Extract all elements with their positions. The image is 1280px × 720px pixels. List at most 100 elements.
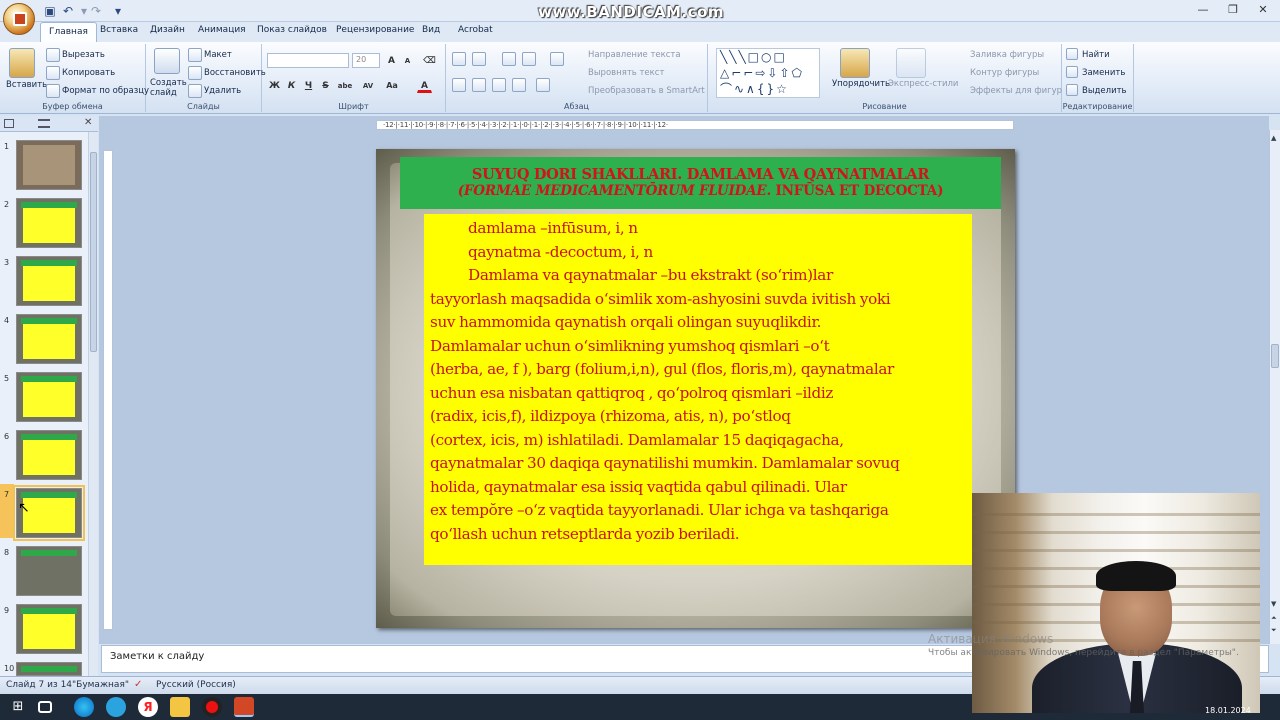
office-button[interactable] xyxy=(3,3,35,35)
justify-icon[interactable] xyxy=(512,78,526,92)
customize-toolbar-icon[interactable]: ▾ xyxy=(110,3,126,19)
tab-animation[interactable]: Анимация xyxy=(198,25,246,35)
slide-title[interactable]: SUYUQ DORI SHAKLLARI. DAMLAMA VA QAYNATM… xyxy=(400,157,1001,209)
copy-icon[interactable] xyxy=(46,66,60,80)
grow-font-icon[interactable]: A xyxy=(384,53,399,68)
line-spacing-icon[interactable] xyxy=(550,52,564,66)
language-indicator[interactable]: Русский (Россия) xyxy=(156,680,236,690)
text-direction-button[interactable]: Направление текста xyxy=(588,50,681,60)
arrange-icon[interactable] xyxy=(840,48,870,78)
slide-thumbnail-1[interactable] xyxy=(16,140,82,190)
arrange-button[interactable]: Упорядочить xyxy=(832,79,890,89)
telegram-icon[interactable] xyxy=(106,697,126,717)
slide-scrollbar[interactable]: ▲ ▼ ⏶ ⏷ xyxy=(1269,130,1280,644)
cut-icon[interactable] xyxy=(46,48,60,62)
paste-button[interactable]: Вставить xyxy=(6,80,47,90)
minimize-button[interactable]: — xyxy=(1190,2,1216,18)
tab-insert[interactable]: Вставка xyxy=(100,25,138,35)
task-view-icon[interactable] xyxy=(38,701,52,713)
smartart-button[interactable]: Преобразовать в SmartArt xyxy=(588,86,705,96)
shape-outline-button[interactable]: Контур фигуры xyxy=(970,68,1039,78)
underline-button[interactable]: Ч xyxy=(301,78,316,93)
increase-indent-icon[interactable] xyxy=(522,52,536,66)
slides-tab-icon[interactable] xyxy=(4,119,14,128)
slide-thumbnail-5[interactable] xyxy=(16,372,82,422)
slide-thumbnail-2[interactable] xyxy=(16,198,82,248)
tab-review[interactable]: Рецензирование xyxy=(336,25,414,35)
layout-icon[interactable] xyxy=(188,48,202,62)
edge-browser-icon[interactable] xyxy=(74,697,94,717)
powerpoint-taskbar-icon[interactable] xyxy=(234,697,254,717)
yandex-browser-icon[interactable]: Я xyxy=(138,697,158,717)
columns-icon[interactable] xyxy=(536,78,550,92)
save-icon[interactable]: ▣ xyxy=(42,3,58,19)
slide-thumbnail-6[interactable] xyxy=(16,430,82,480)
clear-format-icon[interactable]: ⌫ xyxy=(422,53,437,68)
slide-thumbnail-3[interactable] xyxy=(16,256,82,306)
panel-scrollbar[interactable] xyxy=(88,132,98,676)
shrink-font-icon[interactable]: A xyxy=(400,53,415,68)
previous-slide-icon[interactable]: ⏶ xyxy=(1271,614,1277,623)
find-icon[interactable] xyxy=(1066,48,1078,60)
tab-slideshow[interactable]: Показ слайдов xyxy=(257,25,327,35)
undo-icon[interactable]: ↶ xyxy=(60,3,76,19)
slide-thumbnail-10[interactable] xyxy=(16,662,82,676)
slide-canvas[interactable]: SUYUQ DORI SHAKLLARI. DAMLAMA VA QAYNATM… xyxy=(376,149,1015,628)
replace-icon[interactable] xyxy=(1066,66,1078,78)
shape-fill-button[interactable]: Заливка фигуры xyxy=(970,50,1044,60)
font-size-select[interactable]: 20 xyxy=(352,53,380,68)
paste-icon[interactable] xyxy=(9,48,35,78)
tab-view[interactable]: Вид xyxy=(422,25,440,35)
align-right-icon[interactable] xyxy=(492,78,506,92)
bold-button[interactable]: Ж xyxy=(267,78,282,93)
cut-button[interactable]: Вырезать xyxy=(62,50,105,60)
new-slide-button[interactable]: Создать слайд xyxy=(150,78,187,98)
delete-slide-icon[interactable] xyxy=(188,84,202,98)
change-case-button[interactable]: Aa xyxy=(382,78,402,93)
reset-icon[interactable] xyxy=(188,66,202,80)
quick-styles-icon[interactable] xyxy=(896,48,926,78)
outline-tab-icon[interactable] xyxy=(38,119,50,128)
char-spacing-button[interactable]: AV xyxy=(358,78,378,93)
strikethrough-button[interactable]: S xyxy=(318,78,333,93)
tab-home[interactable]: Главная xyxy=(40,22,97,43)
format-painter-button[interactable]: Формат по образцу xyxy=(62,86,149,96)
tab-acrobat[interactable]: Acrobat xyxy=(458,25,493,35)
close-panel-icon[interactable]: ✕ xyxy=(84,117,92,128)
numbering-icon[interactable] xyxy=(472,52,486,66)
align-text-button[interactable]: Выровнять текст xyxy=(588,68,664,78)
close-button[interactable]: ✕ xyxy=(1250,2,1276,18)
maximize-button[interactable]: ❐ xyxy=(1220,2,1246,18)
redo-icon[interactable]: ↷ xyxy=(88,3,104,19)
tab-design[interactable]: Дизайн xyxy=(150,25,185,35)
italic-button[interactable]: К xyxy=(284,78,299,93)
scroll-up-icon[interactable]: ▲ xyxy=(1271,134,1276,142)
quick-styles-button[interactable]: Экспресс-стили xyxy=(888,79,958,89)
slide-scroll-thumb[interactable] xyxy=(1271,344,1279,368)
replace-button[interactable]: Заменить xyxy=(1082,68,1125,78)
align-center-icon[interactable] xyxy=(472,78,486,92)
scroll-down-icon[interactable]: ▼ xyxy=(1271,600,1276,608)
font-color-button[interactable]: A xyxy=(417,78,432,93)
select-icon[interactable] xyxy=(1066,84,1078,96)
shape-effects-button[interactable]: Эффекты для фигур xyxy=(970,86,1062,96)
new-slide-icon[interactable] xyxy=(154,48,180,74)
reset-button[interactable]: Восстановить xyxy=(204,68,266,78)
layout-button[interactable]: Макет xyxy=(204,50,232,60)
shapes-gallery[interactable]: ╲╲╲□○□ △⌐⌐⇨⇩⇧⬠ ⌒∿∧{}☆ xyxy=(716,48,820,98)
decrease-indent-icon[interactable] xyxy=(502,52,516,66)
format-painter-icon[interactable] xyxy=(46,84,60,98)
delete-slide-button[interactable]: Удалить xyxy=(204,86,241,96)
shadow-button[interactable]: abe xyxy=(335,78,355,93)
bullets-icon[interactable] xyxy=(452,52,466,66)
slide-thumbnail-9[interactable] xyxy=(16,604,82,654)
spellcheck-icon[interactable]: ✓ xyxy=(134,679,142,690)
windows-start-icon[interactable]: ⊞ xyxy=(8,697,28,717)
slide-thumbnail-8[interactable] xyxy=(16,546,82,596)
font-family-select[interactable] xyxy=(267,53,349,68)
select-button[interactable]: Выделить xyxy=(1082,86,1127,96)
slide-body-textbox[interactable]: damlama –infūsum, i, n qaynatma -decoctu… xyxy=(424,214,972,565)
align-left-icon[interactable] xyxy=(452,78,466,92)
slide-thumbnail-4[interactable] xyxy=(16,314,82,364)
panel-scroll-thumb[interactable] xyxy=(90,152,97,352)
